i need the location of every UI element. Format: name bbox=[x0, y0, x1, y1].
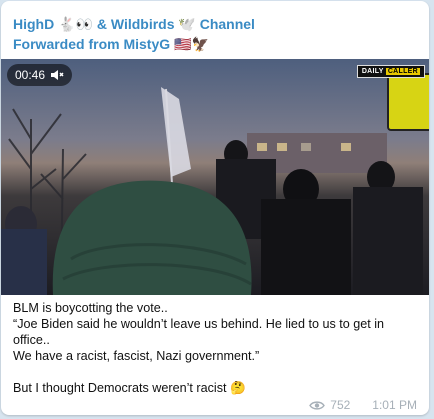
eye-icon bbox=[309, 400, 326, 410]
video-player[interactable]: DAILY CALLER 00:46 bbox=[1, 59, 429, 295]
video-frame bbox=[1, 87, 423, 295]
daily-caller-watermark: DAILY CALLER bbox=[356, 65, 425, 78]
message-text: BLM is boycotting the vote.. “Joe Biden … bbox=[13, 300, 421, 396]
message-line: We have a racist, fascist, Nazi governme… bbox=[13, 349, 260, 363]
video-duration: 00:46 bbox=[15, 68, 46, 82]
post-time: 1:01 PM bbox=[372, 398, 417, 412]
channel-name[interactable]: HighD 🐇👀 & Wildbirds 🕊️ Channel bbox=[13, 16, 255, 33]
street-sign bbox=[387, 73, 429, 131]
message-line: office.. bbox=[13, 333, 50, 347]
post-meta: 752 1:01 PM bbox=[309, 398, 417, 412]
channel-post: HighD 🐇👀 & Wildbirds 🕊️ Channel Forwarde… bbox=[1, 1, 429, 415]
message-line: But I thought Democrats weren’t racist 🤔 bbox=[13, 381, 246, 395]
speaker-muted-icon[interactable] bbox=[50, 68, 64, 82]
view-count: 752 bbox=[330, 398, 351, 412]
video-duration-pill[interactable]: 00:46 bbox=[7, 64, 73, 86]
message-line-blank bbox=[13, 364, 421, 380]
forwarded-from[interactable]: Forwarded from MistyG 🇺🇸🦅 bbox=[13, 36, 209, 53]
message-line: BLM is boycotting the vote.. bbox=[13, 301, 168, 315]
message-line: “Joe Biden said he wouldn’t leave us beh… bbox=[13, 317, 385, 331]
